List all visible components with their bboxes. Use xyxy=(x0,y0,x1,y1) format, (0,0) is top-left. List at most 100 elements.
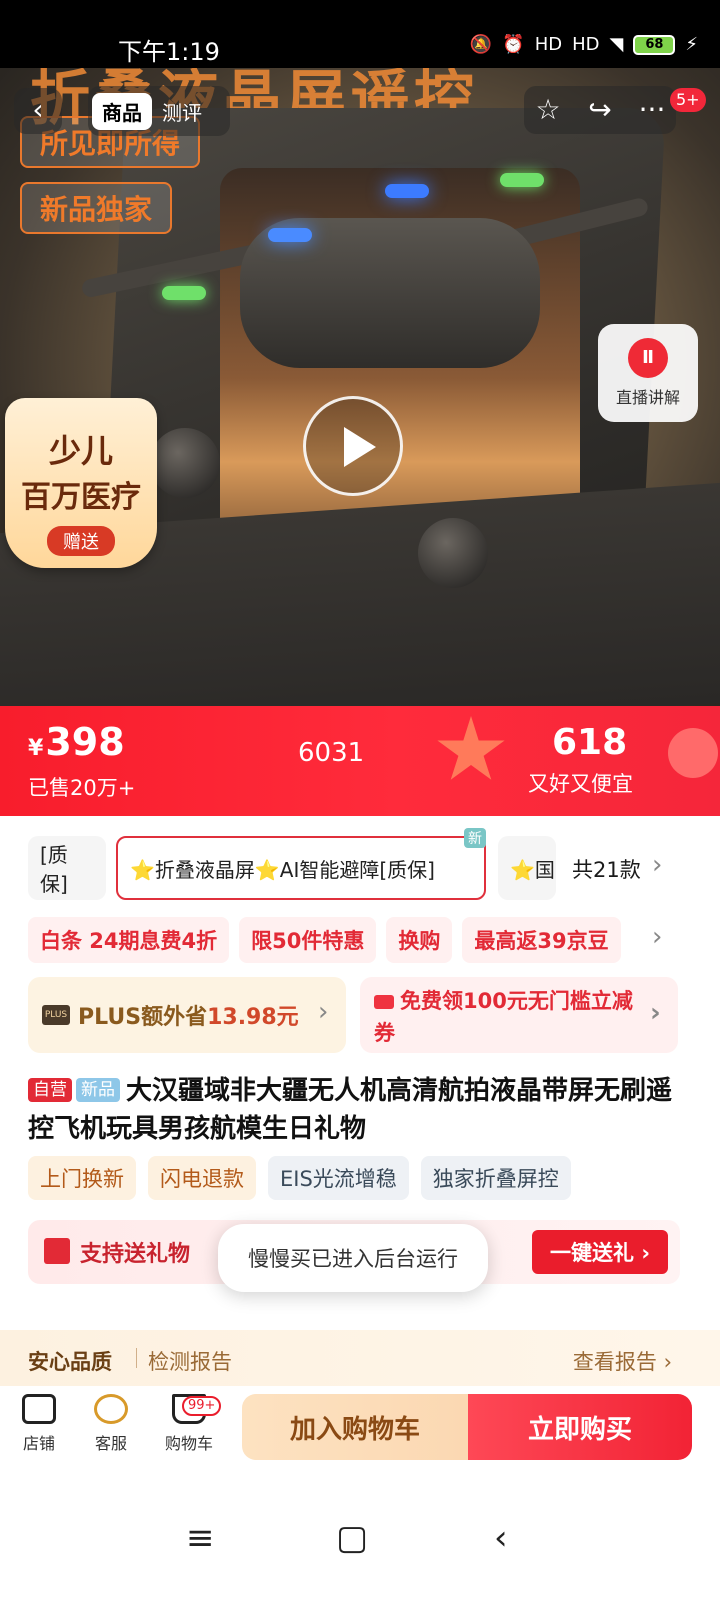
star-decoration-icon xyxy=(437,716,505,780)
new-tag: 新 xyxy=(464,828,486,848)
tab-product[interactable]: 商品 xyxy=(92,92,152,130)
price-value: 398 xyxy=(45,720,125,764)
store-button[interactable]: 店铺 xyxy=(4,1394,74,1454)
feature-tag[interactable]: 独家折叠屏控 xyxy=(420,1156,571,1200)
live-label: 直播讲解 xyxy=(615,388,680,407)
gift-insurance-badge[interactable]: 少儿 百万医疗 赠送 xyxy=(5,398,157,568)
variant-chip-selected[interactable]: ⭐折叠液晶屏⭐AI智能避障[质保] 新 xyxy=(116,828,486,900)
menu-icon[interactable]: ≡ xyxy=(186,1518,215,1558)
more-icon[interactable]: ··· xyxy=(628,86,676,134)
sold-count: 已售20万+ xyxy=(28,776,136,800)
variant-selector: [质保] ⭐折叠液晶屏⭐AI智能避障[质保] 新 ⭐国 共21款 › xyxy=(0,828,720,904)
send-gift-button[interactable]: 一键送礼 › xyxy=(532,1230,668,1274)
share-icon[interactable]: ↪ xyxy=(576,86,624,134)
variant-chip[interactable]: ⭐国 xyxy=(498,836,556,900)
free-coupon-card[interactable]: 免费领100元无门槛立减券 › xyxy=(360,977,678,1053)
gift-label: 支持送礼物 xyxy=(80,1242,191,1267)
view-report-link[interactable]: 查看报告 › xyxy=(573,1346,672,1376)
live-icon: Ⅱ xyxy=(628,338,668,378)
store-label: 店铺 xyxy=(22,1434,55,1453)
product-title-text: 大汉疆域非大疆无人机高清航拍液晶带屏无刷遥控飞机玩具男孩航模生日礼物 xyxy=(28,1076,673,1144)
system-navigation-bar: ≡ ▢ ‹ xyxy=(0,1480,720,1600)
coupon-icon xyxy=(374,995,394,1009)
variant-count[interactable]: 共21款 xyxy=(572,854,641,884)
back-arrow-icon: ‹ xyxy=(32,93,44,126)
plus-savings-amount: 13.98元 xyxy=(207,1005,299,1030)
feature-tag[interactable]: EIS光流增稳 xyxy=(268,1156,409,1200)
divider xyxy=(136,1348,137,1368)
badge-gift-label: 赠送 xyxy=(47,526,115,556)
badge-line: 少儿 xyxy=(48,432,113,470)
customer-service-icon xyxy=(94,1394,128,1424)
top-tabs: 商品 测评 xyxy=(92,88,230,134)
favorite-star-icon[interactable]: ☆ xyxy=(524,86,572,134)
event-subtitle: 又好又便宜 xyxy=(528,772,633,796)
plus-savings-card[interactable]: PLUS PLUS额外省13.98元 › xyxy=(28,977,346,1053)
status-bar: 下午1:19 🔕 ⏰ HD HD ◥ 68 ⚡ xyxy=(0,0,720,68)
back-button[interactable]: ‹ xyxy=(14,88,62,134)
charging-icon: ⚡ xyxy=(685,34,698,55)
price-banner: ¥398 已售20万+ 6031 618 又好又便宜 xyxy=(0,706,720,816)
buy-now-button[interactable]: 立即购买 xyxy=(468,1394,692,1460)
currency-symbol: ¥ xyxy=(28,736,44,761)
status-time: 下午1:19 xyxy=(118,38,220,66)
new-product-tag: 新品 xyxy=(76,1078,120,1102)
status-icons: 🔕 ⏰ HD HD ◥ 68 ⚡ xyxy=(470,34,698,55)
product-title: 自营 新品 大汉疆域非大疆无人机高清航拍液晶带屏无刷遥控飞机玩具男孩航模生日礼物 xyxy=(28,1072,688,1148)
chevron-right-icon[interactable]: › xyxy=(652,922,662,952)
joystick-left xyxy=(150,428,220,498)
chevron-right-icon[interactable]: › xyxy=(652,850,662,880)
coupon-chip[interactable]: 换购 xyxy=(386,917,453,963)
product-hero-image[interactable]: 折叠液晶屏遥控 所见即所得 新品独家 少儿 百万医疗 赠送 Ⅱ 直播讲解 ▶ 视… xyxy=(0,68,720,720)
notification-badge: 5+ xyxy=(670,88,706,112)
background-toast: 慢慢买已进入后台运行 xyxy=(218,1224,488,1292)
cart-label: 购物车 xyxy=(164,1434,213,1453)
drone-light xyxy=(162,286,206,300)
back-icon[interactable]: ‹ xyxy=(494,1518,508,1558)
service-tag[interactable]: 闪电退款 xyxy=(148,1156,256,1200)
drone-light xyxy=(385,184,429,198)
gift-icon xyxy=(44,1238,70,1264)
quality-sub: 检测报告 xyxy=(148,1350,232,1374)
tab-review[interactable]: 测评 xyxy=(152,93,212,130)
wifi-icon: ◥ xyxy=(609,34,624,55)
self-operated-tag: 自营 xyxy=(28,1078,72,1102)
badge-line: 百万医疗 xyxy=(21,480,141,515)
home-icon[interactable]: ▢ xyxy=(336,1518,368,1558)
joystick-right xyxy=(418,518,488,588)
promo-count: 6031 xyxy=(298,738,365,768)
promo-tag: 新品独家 xyxy=(20,182,173,234)
play-video-button[interactable] xyxy=(303,396,403,496)
plus-savings-text: PLUS额外省13.98元 xyxy=(78,999,299,1031)
store-icon xyxy=(22,1394,56,1424)
quality-report-bar[interactable]: 安心品质 检测报告 查看报告 › xyxy=(0,1330,720,1386)
customer-service-button[interactable]: 客服 xyxy=(76,1394,146,1454)
signal-icon: HD xyxy=(534,34,563,55)
free-coupon-text: 免费领100元无门槛立减券 xyxy=(374,989,633,1045)
bottom-action-bar: 店铺 客服 购物车 99+ 加入购物车 立即购买 xyxy=(0,1386,720,1480)
variant-chip[interactable]: [质保] xyxy=(28,836,106,900)
chevron-right-icon: › xyxy=(650,998,661,1028)
drone-light xyxy=(500,173,544,187)
plus-logo: PLUS xyxy=(42,1005,70,1025)
coupon-chip[interactable]: 白条 24期息费4折 xyxy=(28,917,230,963)
coupon-row: 白条 24期息费4折 限50件特惠 换购 最高返39京豆 xyxy=(28,917,668,965)
price: ¥398 xyxy=(28,720,125,764)
quality-title: 安心品质 xyxy=(28,1350,112,1374)
cart-badge: 99+ xyxy=(182,1396,222,1416)
balloon-decoration-icon xyxy=(668,728,718,778)
event-title: 618 xyxy=(552,722,628,763)
drone-light xyxy=(268,228,312,242)
plus-savings-label: PLUS额外省 xyxy=(78,1005,208,1030)
battery-icon: 68 xyxy=(633,34,676,55)
customer-service-label: 客服 xyxy=(94,1434,127,1453)
coupon-chip[interactable]: 限50件特惠 xyxy=(239,917,377,963)
service-tag[interactable]: 上门换新 xyxy=(28,1156,136,1200)
live-stream-button[interactable]: Ⅱ 直播讲解 xyxy=(598,324,698,422)
variant-chip-label: ⭐折叠液晶屏⭐AI智能避障[质保] xyxy=(130,857,435,882)
coupon-chip[interactable]: 最高返39京豆 xyxy=(462,917,621,963)
chevron-right-icon: › xyxy=(318,997,329,1027)
alarm-icon: ⏰ xyxy=(502,34,525,55)
add-to-cart-button[interactable]: 加入购物车 xyxy=(242,1394,468,1460)
product-page: 下午1:19 🔕 ⏰ HD HD ◥ 68 ⚡ 折叠液晶屏遥控 所见即所得 新品… xyxy=(0,0,720,1600)
